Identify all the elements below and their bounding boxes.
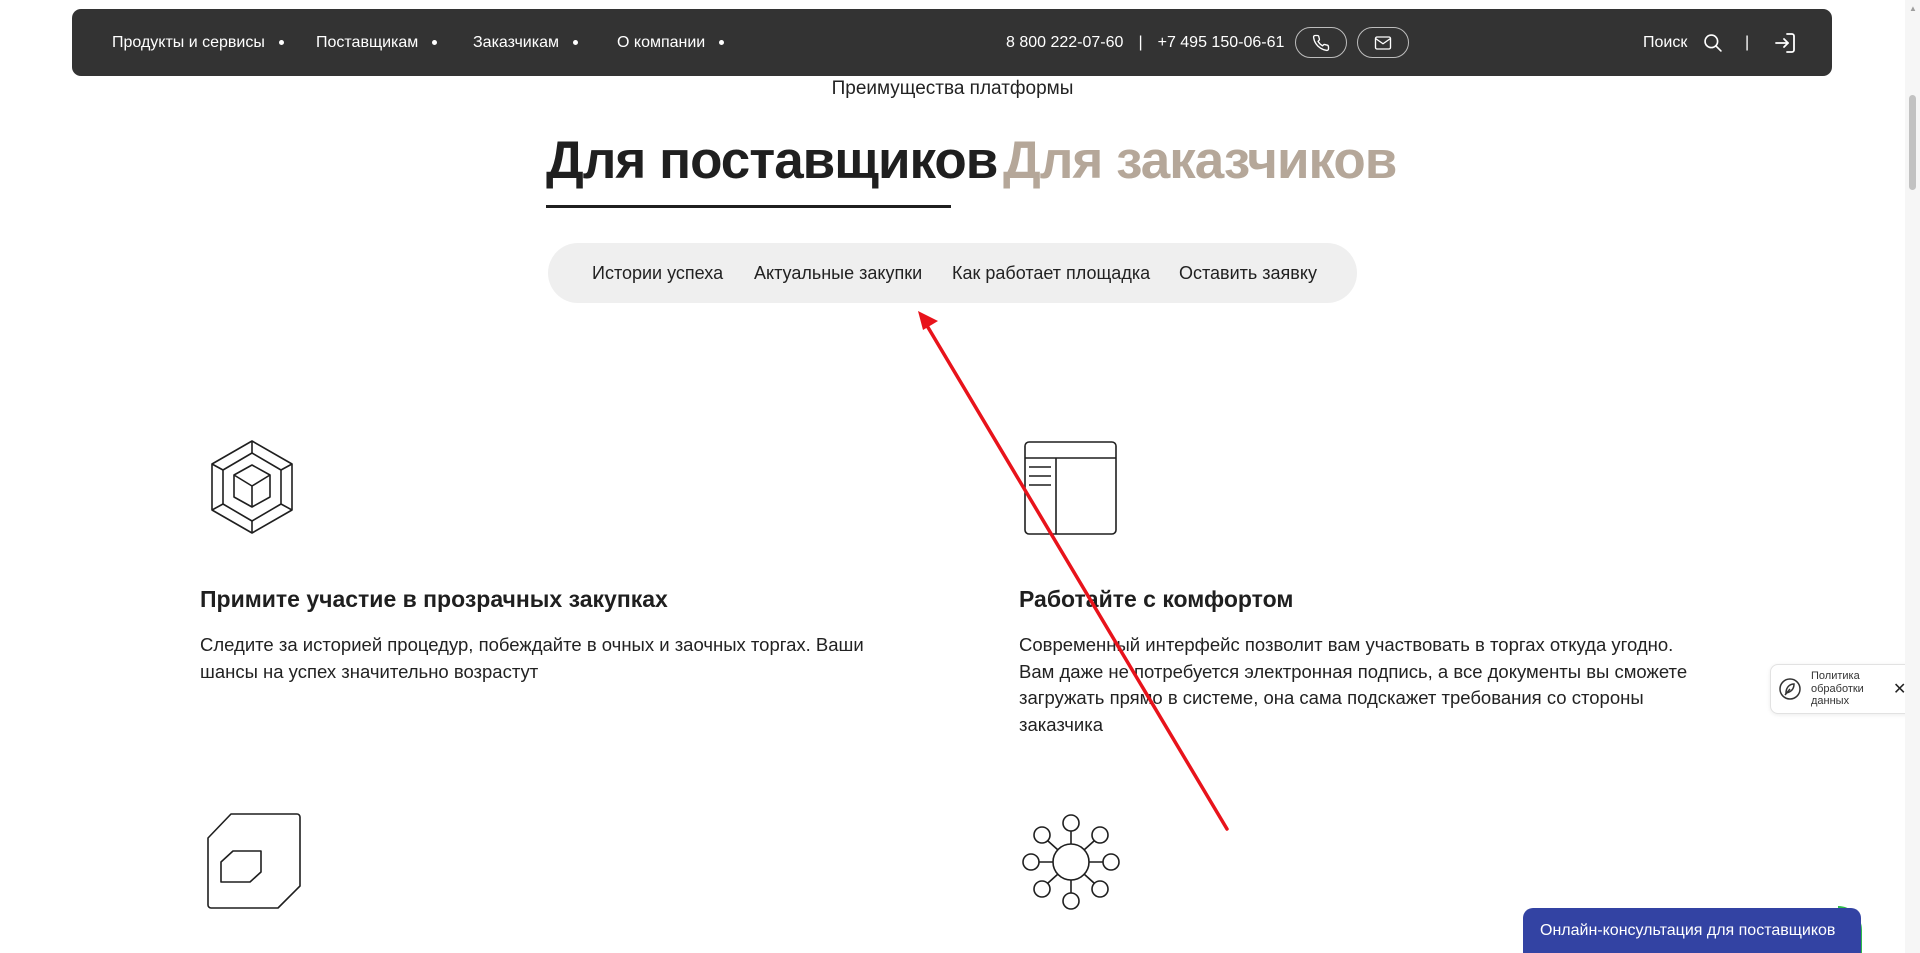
page-scrollbar[interactable]: ▲ — [1905, 0, 1920, 953]
privacy-policy-popup[interactable]: Политика обработки данных ✕ — [1770, 664, 1920, 714]
dropdown-dot-icon — [432, 40, 438, 45]
feature-title: Работайте с комфортом — [1019, 586, 1294, 612]
active-tab-underline — [546, 205, 951, 208]
nav-item-products[interactable]: Продукты и сервисы — [112, 9, 284, 76]
nav-item-label: Заказчикам — [473, 33, 559, 51]
chat-label: Онлайн-консультация для поставщиков — [1540, 922, 1836, 939]
feature-text: Следите за историей процедур, побеждайте… — [200, 634, 864, 682]
network-hub-icon — [1022, 814, 1120, 910]
nav-item-label: Поставщикам — [316, 33, 419, 51]
subnav-success-stories[interactable]: Истории успеха — [592, 263, 723, 284]
nav-item-customers[interactable]: Заказчикам — [473, 9, 578, 76]
subnav-how-it-works[interactable]: Как работает площадка — [952, 263, 1150, 284]
call-button[interactable] — [1295, 27, 1347, 58]
nav-item-suppliers[interactable]: Поставщикам — [316, 9, 438, 76]
phone-link-1[interactable]: 8 800 222-07-60 — [1006, 34, 1123, 52]
search-button[interactable]: Поиск — [1643, 9, 1723, 76]
nav-item-label: О компании — [617, 33, 706, 51]
subnav-apply[interactable]: Оставить заявку — [1179, 263, 1317, 284]
search-label: Поиск — [1643, 33, 1688, 51]
policy-leaf-icon — [1779, 678, 1801, 700]
section-eyebrow: Преимущества платформы — [831, 78, 1074, 99]
feature-title: Примите участие в прозрачных закупках — [200, 586, 668, 612]
nav-item-about[interactable]: О компании — [617, 9, 725, 76]
online-consultation-button[interactable]: Онлайн-консультация для поставщиков — [1523, 908, 1861, 953]
phone-link-2[interactable]: +7 495 150-06-61 — [1158, 34, 1285, 52]
scrollbar-thumb[interactable] — [1909, 95, 1916, 190]
header-divider: | — [1745, 33, 1750, 51]
login-icon[interactable] — [1773, 31, 1797, 55]
window-layout-icon — [1024, 441, 1117, 535]
section-subnav: Истории успеха Актуальные закупки Как ра… — [548, 243, 1357, 303]
policy-text: Политика обработки данных — [1811, 670, 1864, 707]
dropdown-dot-icon — [278, 40, 284, 45]
scroll-up-arrow-icon[interactable]: ▲ — [1909, 4, 1917, 13]
top-navigation-bar: Продукты и сервисы Поставщикам Заказчика… — [72, 9, 1832, 76]
tab-customers[interactable]: Для заказчиков — [1003, 130, 1397, 191]
email-button[interactable] — [1357, 27, 1409, 58]
cube-octagon-icon — [211, 440, 293, 534]
dropdown-dot-icon — [572, 40, 578, 45]
phone-separator: | — [1138, 33, 1143, 51]
feature-text: Современный интерфейс позволит вам участ… — [1019, 634, 1688, 735]
dropdown-dot-icon — [719, 40, 725, 45]
chip-shape-icon — [207, 813, 301, 909]
tab-suppliers[interactable]: Для поставщиков — [546, 130, 998, 191]
search-icon — [1704, 33, 1723, 52]
subnav-current-purchases[interactable]: Актуальные закупки — [754, 263, 922, 284]
phone-icon — [1312, 34, 1330, 51]
nav-item-label: Продукты и сервисы — [112, 33, 265, 51]
phone-numbers: 8 800 222-07-60 | +7 495 150-06-61 — [1006, 9, 1284, 76]
mail-icon — [1374, 35, 1392, 50]
